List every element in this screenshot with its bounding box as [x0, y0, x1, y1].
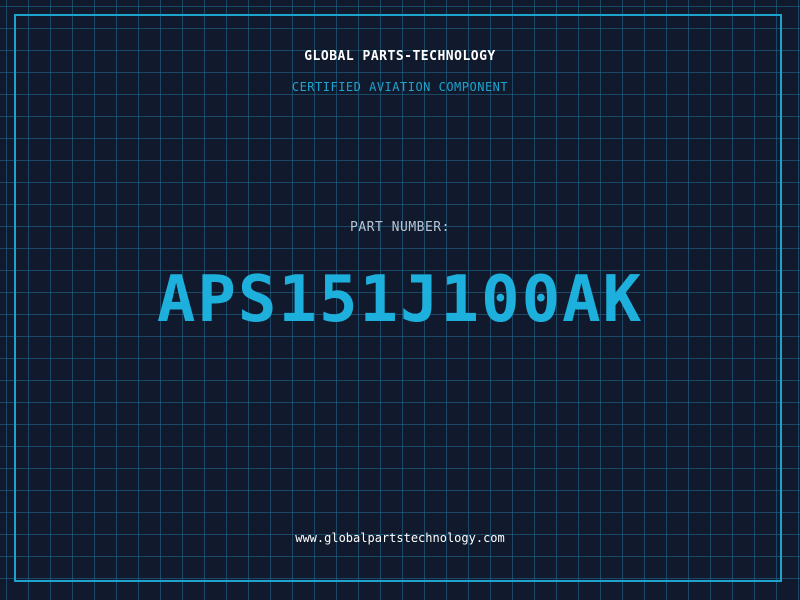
company-name: GLOBAL PARTS-TECHNOLOGY	[304, 49, 496, 64]
part-number-label: PART NUMBER:	[350, 220, 450, 235]
certification-subtitle: CERTIFIED AVIATION COMPONENT	[291, 80, 509, 94]
part-number-value: APS151J100AK	[156, 263, 644, 337]
website-url: www.globalpartstechnology.com	[295, 531, 505, 545]
label-canvas: GLOBAL PARTS-TECHNOLOGY CERTIFIED AVIATI…	[0, 0, 800, 600]
